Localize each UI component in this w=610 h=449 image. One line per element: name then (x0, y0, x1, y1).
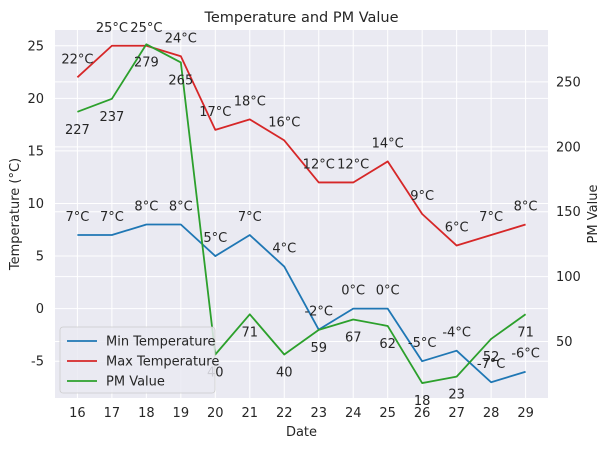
data-label-max-temperature: 24°C (165, 31, 197, 46)
y-axis-label-left: Temperature (°C) (8, 158, 23, 271)
y-tick-label-left: 10 (27, 197, 44, 212)
legend-label-pm-value: PM Value (106, 375, 165, 390)
chart-svg: 7°C 7°C 8°C 8°C 5°C 7°C 4°C -2°C 0°C 0°C -5°C -4°C -… (8, 10, 601, 440)
data-label-min-temperature: -6°C (511, 347, 540, 362)
data-label-max-temperature: 25°C (96, 21, 128, 36)
legend-label-max-temperature: Max Temperature (106, 355, 219, 370)
y-tick-label-left: -5 (31, 355, 44, 370)
data-label-min-temperature: 4°C (272, 242, 296, 257)
x-tick-label: 20 (207, 406, 224, 421)
data-label-pm-value: 71 (517, 325, 534, 340)
data-label-min-temperature: -5°C (408, 336, 437, 351)
data-label-pm-value: 279 (134, 55, 159, 70)
data-label-pm-value: 52 (483, 350, 500, 365)
x-tick-label: 27 (448, 406, 465, 421)
y-tick-label-left: 20 (27, 92, 44, 107)
data-label-min-temperature: 8°C (169, 200, 193, 215)
data-label-max-temperature: 7°C (479, 210, 503, 225)
data-label-max-temperature: 22°C (61, 52, 93, 67)
data-label-pm-value: 59 (310, 341, 327, 356)
y-tick-label-left: 15 (27, 144, 44, 159)
data-label-max-temperature: 9°C (410, 189, 434, 204)
legend-label-min-temperature: Min Temperature (106, 335, 216, 350)
data-label-max-temperature: 16°C (268, 115, 300, 130)
data-label-pm-value: 237 (99, 110, 124, 125)
data-label-max-temperature: 12°C (337, 157, 369, 172)
data-label-max-temperature: 25°C (130, 21, 162, 36)
data-label-pm-value: 23 (448, 388, 465, 403)
y-tick-label-left: 0 (36, 302, 44, 317)
x-tick-label: 25 (379, 406, 396, 421)
data-label-pm-value: 227 (65, 123, 90, 138)
data-label-min-temperature: -4°C (442, 326, 471, 341)
y-axis-label-right: PM Value (586, 185, 601, 244)
x-tick-label: 19 (173, 406, 190, 421)
x-tick-label: 21 (242, 406, 259, 421)
data-label-max-temperature: 14°C (372, 136, 404, 151)
x-axis-label: Date (286, 425, 317, 440)
data-label-min-temperature: 5°C (203, 231, 227, 246)
data-label-min-temperature: 7°C (238, 210, 262, 225)
data-label-max-temperature: 17°C (199, 105, 231, 120)
data-label-max-temperature: 8°C (514, 200, 538, 215)
y-tick-label-right: 50 (556, 335, 573, 350)
x-tick-label: 17 (104, 406, 121, 421)
x-tick-label: 24 (345, 406, 362, 421)
data-label-min-temperature: 7°C (65, 210, 89, 225)
data-label-min-temperature: 7°C (100, 210, 124, 225)
data-label-pm-value: 40 (276, 366, 293, 381)
x-tick-label: 29 (517, 406, 534, 421)
y-tick-label-right: 250 (556, 75, 581, 90)
chart-container: 7°C 7°C 8°C 8°C 5°C 7°C 4°C -2°C 0°C 0°C -5°C -4°C -… (0, 0, 610, 449)
data-label-min-temperature: 8°C (134, 200, 158, 215)
y-tick-label-left: 5 (36, 250, 44, 265)
data-label-min-temperature: -2°C (304, 305, 333, 320)
y-tick-label-left: 25 (27, 39, 44, 54)
x-tick-label: 22 (276, 406, 293, 421)
data-label-pm-value: 67 (345, 330, 362, 345)
legend: Min Temperature Max Temperature PM Value (59, 326, 219, 394)
data-label-min-temperature: 0°C (376, 284, 400, 299)
data-label-pm-value: 71 (242, 325, 259, 340)
data-label-max-temperature: 18°C (234, 94, 266, 109)
x-tick-label: 23 (310, 406, 327, 421)
data-label-min-temperature: 0°C (341, 284, 365, 299)
x-tick-label: 26 (414, 406, 431, 421)
data-label-max-temperature: 12°C (303, 157, 335, 172)
chart-title: Temperature and PM Value (203, 10, 398, 26)
x-tick-label: 28 (483, 406, 500, 421)
x-tick-label: 16 (69, 406, 86, 421)
y-tick-label-right: 100 (556, 270, 581, 285)
data-label-pm-value: 62 (379, 337, 396, 352)
y-tick-label-right: 200 (556, 140, 581, 155)
data-label-pm-value: 265 (168, 73, 193, 88)
data-label-max-temperature: 6°C (445, 221, 469, 236)
x-tick-label: 18 (138, 406, 155, 421)
y-tick-label-right: 150 (556, 205, 581, 220)
